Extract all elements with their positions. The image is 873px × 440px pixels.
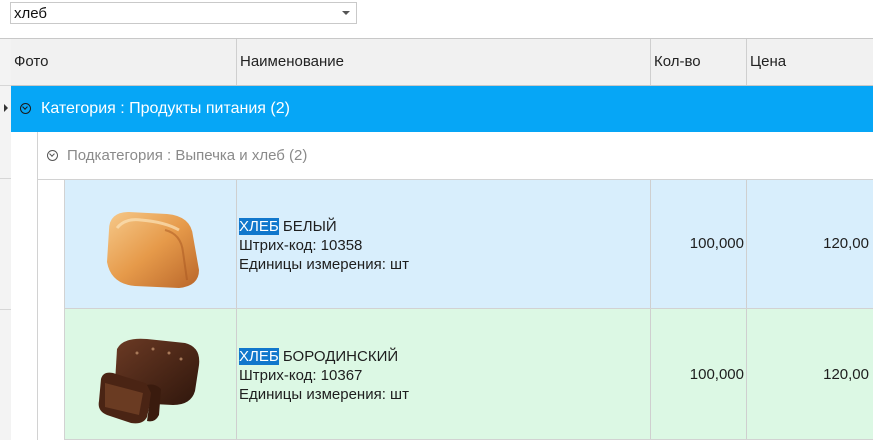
photo-cell[interactable] — [65, 180, 237, 308]
white-bread-icon — [107, 212, 199, 288]
column-header-name[interactable]: Наименование — [237, 39, 651, 85]
indicator-divider — [0, 309, 11, 310]
product-name: БЕЛЫЙ — [278, 218, 337, 235]
name-cell[interactable]: ХЛЕБ БОРОДИНСКИЙ Штрих-код: 10367 Единиц… — [237, 309, 651, 439]
current-row-arrow-icon — [4, 104, 8, 112]
collapse-toggle-icon[interactable] — [47, 150, 58, 161]
name-cell[interactable]: ХЛЕБ БЕЛЫЙ Штрих-код: 10358 Единицы изме… — [237, 180, 651, 308]
qty-cell[interactable]: 100,000 — [651, 309, 747, 439]
column-header-price[interactable]: Цена — [747, 39, 873, 85]
group-row-subcategory[interactable]: Подкатегория : Выпечка и хлеб (2) — [38, 132, 873, 180]
price-value: 120,00 — [823, 235, 869, 252]
price-cell[interactable]: 120,00 — [747, 309, 873, 439]
price-cell[interactable]: 120,00 — [747, 180, 873, 308]
group-row-category[interactable]: Категория : Продукты питания (2) — [11, 86, 873, 132]
collapse-toggle-icon[interactable] — [20, 103, 31, 114]
column-header-row: Фото Наименование Кол-во Цена — [11, 39, 873, 86]
group-indent — [38, 180, 65, 440]
column-header-photo[interactable]: Фото — [11, 39, 237, 85]
rye-bread-icon — [98, 338, 200, 424]
indicator-divider — [0, 85, 11, 86]
search-text[interactable]: хлеб — [14, 5, 47, 22]
product-barcode: Штрих-код: 10367 — [239, 367, 363, 384]
data-grid: Фото Наименование Кол-во Цена Категория … — [0, 38, 873, 440]
group-indent — [11, 132, 38, 440]
qty-value: 100,000 — [689, 235, 744, 252]
product-barcode: Штрих-код: 10358 — [239, 237, 363, 254]
product-unit: Единицы измерения: шт — [239, 386, 409, 403]
combo-dropdown-icon[interactable] — [342, 11, 350, 15]
group-label-subcategory: Подкатегория : Выпечка и хлеб (2) — [67, 147, 308, 164]
table-row[interactable]: ХЛЕБ БЕЛЫЙ Штрих-код: 10358 Единицы изме… — [65, 180, 873, 309]
qty-value: 100,000 — [689, 366, 744, 383]
search-combo[interactable]: хлеб — [10, 2, 357, 24]
column-header-qty[interactable]: Кол-во — [651, 39, 747, 85]
indicator-divider — [0, 178, 11, 179]
price-value: 120,00 — [823, 366, 869, 383]
group-label-category: Категория : Продукты питания (2) — [41, 100, 290, 117]
product-name: БОРОДИНСКИЙ — [278, 348, 399, 365]
table-row[interactable]: ХЛЕБ БОРОДИНСКИЙ Штрих-код: 10367 Единиц… — [65, 309, 873, 440]
photo-cell[interactable] — [65, 309, 237, 439]
qty-cell[interactable]: 100,000 — [651, 180, 747, 308]
product-unit: Единицы измерения: шт — [239, 256, 409, 273]
search-match-highlight: ХЛЕБ — [239, 348, 279, 365]
search-match-highlight: ХЛЕБ — [239, 218, 279, 235]
